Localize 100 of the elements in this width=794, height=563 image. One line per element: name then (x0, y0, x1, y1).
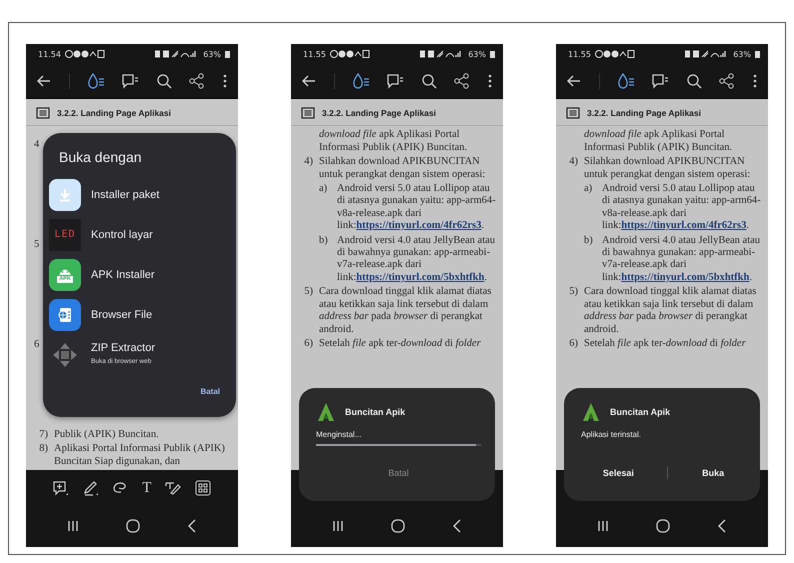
document-icon (301, 107, 315, 120)
reading-mode-icon[interactable] (352, 73, 370, 89)
comment-icon[interactable] (386, 73, 404, 89)
back-icon[interactable] (716, 519, 727, 533)
paragraph: Cara download tinggal klik alamat diatas atau ketikkan saja link tersebut di dalam address bar pada browser di perangkat android. (584, 286, 758, 336)
globe-document-icon (49, 299, 81, 332)
paragraph: Silahkan download APIKBUNCITAN untuk perangkat dengan sistem operasi: (319, 156, 486, 182)
list-marker: a) (584, 183, 594, 196)
list-marker: 6) (568, 338, 578, 350)
app-name: APK Installer (91, 269, 155, 282)
paragraph: Setelah file apk ter-download di folder (319, 338, 482, 350)
back-icon[interactable] (36, 73, 52, 89)
signature-icon[interactable] (165, 480, 182, 496)
pen-icon[interactable] (82, 480, 99, 496)
grid-icon[interactable] (195, 480, 212, 496)
document-icon (36, 107, 50, 120)
comment-icon[interactable] (651, 73, 670, 89)
list-marker: 6) (303, 338, 313, 350)
status-time: 11.55 (568, 50, 591, 58)
notification-icons (594, 50, 635, 58)
app-name: Browser File (91, 309, 152, 322)
list-marker: b) (584, 234, 594, 248)
list-marker: 6 (34, 339, 40, 352)
link[interactable]: https://tinyurl.com/4fr62rs3 (621, 220, 746, 232)
paragraph: Silahkan download APIKBUNCITAN untuk perangkat dengan sistem operasi: (584, 156, 752, 182)
more-icon[interactable] (222, 73, 228, 89)
app-name: Buncitan Apik (345, 407, 406, 417)
search-icon[interactable] (156, 73, 172, 89)
link[interactable]: https://tinyurl.com/4fr62rs3 (356, 220, 482, 232)
app-option[interactable]: LED Kontrol layar (49, 215, 224, 256)
dialog-button[interactable]: Selesai (592, 465, 644, 481)
list-marker: 4) (303, 156, 313, 170)
recents-icon[interactable] (597, 520, 610, 532)
comment-icon[interactable] (121, 73, 140, 89)
list-marker: 5) (303, 286, 313, 300)
paragraph: Aplikasi Portal Informasi Publik (APIK) Buncitan Siap digunakan, dan (54, 443, 226, 468)
download-icon (49, 179, 81, 212)
app-option[interactable]: Installer paket (49, 175, 224, 216)
share-icon[interactable] (454, 73, 470, 89)
search-icon[interactable] (686, 73, 702, 89)
battery-icon (755, 50, 760, 58)
battery-percent: 63% (733, 50, 751, 58)
app-option[interactable]: Browser File (49, 295, 224, 336)
recents-icon[interactable] (67, 520, 80, 532)
cancel-button[interactable]: Batal (196, 384, 224, 398)
reading-mode-icon[interactable] (86, 73, 105, 89)
battery-icon (490, 50, 495, 58)
more-icon[interactable] (486, 73, 493, 89)
dialog-button[interactable]: Buka (692, 465, 734, 481)
search-icon[interactable] (421, 73, 438, 89)
install-status: Aplikasi terinstal. (581, 430, 642, 439)
paragraph: download file apk Aplikasi Portal Informasi Publik (APIK) Buncitan. (584, 129, 734, 154)
back-icon[interactable] (186, 519, 197, 533)
battery-percent: 63% (468, 50, 486, 58)
notification-icons (330, 50, 370, 58)
list-marker: 4 (34, 139, 40, 152)
add-comment-icon[interactable] (52, 480, 69, 496)
back-icon[interactable] (452, 519, 462, 533)
paragraph: Android versi 5.0 atau Lollipop atau di atasnya gunakan yaitu: app-arm64-v8a-release.apk dari link:https://tinyurl.com/4fr62rs3. (602, 183, 762, 233)
app-name: ZIP Extractor (91, 342, 155, 354)
section-heading: 3.2.2. Landing Page Aplikasi (322, 107, 436, 120)
app-logo-icon (582, 402, 600, 422)
notification-icons (64, 50, 105, 58)
link[interactable]: https://tinyurl.com/5bxhtfkh (621, 272, 750, 283)
paragraph: Android versi 4.0 atau JellyBean atau di bawahnya gunakan: app-armeabi-v7a-release.apk dari link:https://tinyurl.com/5bxhtfkh. (602, 234, 762, 284)
paragraph: download file apk Aplikasi Portal Informasi Publik (APIK) Buncitan. (319, 129, 468, 154)
paragraph: Publik (APIK) Buncitan. (54, 428, 160, 442)
battery-percent: 63% (203, 50, 221, 58)
share-icon[interactable] (189, 73, 206, 89)
app-name: Installer paket (91, 189, 160, 202)
home-icon[interactable] (390, 519, 405, 533)
text-tool-icon[interactable]: T (142, 480, 152, 496)
paragraph: Setelah file apk ter-download di folder (584, 338, 747, 350)
status-time: 11.54 (38, 50, 61, 58)
app-name: Kontrol layar (91, 229, 153, 242)
back-icon[interactable] (301, 73, 317, 89)
paragraph: Android versi 5.0 atau Lollipop atau di atasnya gunakan yaitu: app-arm64-v8a-release.apk dari link:https://tinyurl.com/4fr62rs3. (337, 183, 497, 233)
list-marker: 5) (568, 286, 578, 300)
section-heading: 3.2.2. Landing Page Aplikasi (57, 107, 171, 120)
home-icon[interactable] (656, 519, 670, 533)
lasso-icon[interactable] (112, 480, 128, 496)
reading-mode-icon[interactable] (616, 73, 635, 89)
list-marker: 4) (568, 156, 578, 170)
led-app-icon: LED (49, 219, 81, 252)
app-name: Buncitan Apik (610, 407, 670, 417)
link[interactable]: https://tinyurl.com/5bxhtfkh (356, 272, 484, 283)
paragraph: Cara download tinggal klik alamat diatas atau ketikkan saja link tersebut di dalam address bar pada browser di perangkat android. (319, 286, 492, 336)
share-icon[interactable] (719, 73, 736, 89)
paragraph: Android versi 4.0 atau JellyBean atau di bawahnya gunakan: app-armeabi-v7a-release.apk dari link:https://tinyurl.com/5bxhtfkh. (337, 234, 496, 284)
list-marker: 7) (38, 428, 48, 442)
status-time: 11.55 (303, 50, 326, 58)
document-icon (566, 107, 580, 120)
recents-icon[interactable] (332, 520, 344, 532)
back-icon[interactable] (566, 73, 582, 89)
more-icon[interactable] (752, 73, 758, 89)
list-marker: 8) (38, 443, 48, 456)
home-icon[interactable] (126, 519, 140, 533)
section-heading: 3.2.2. Landing Page Aplikasi (587, 107, 701, 120)
install-status: Menginstal... (316, 430, 362, 439)
list-marker: a) (319, 183, 328, 196)
